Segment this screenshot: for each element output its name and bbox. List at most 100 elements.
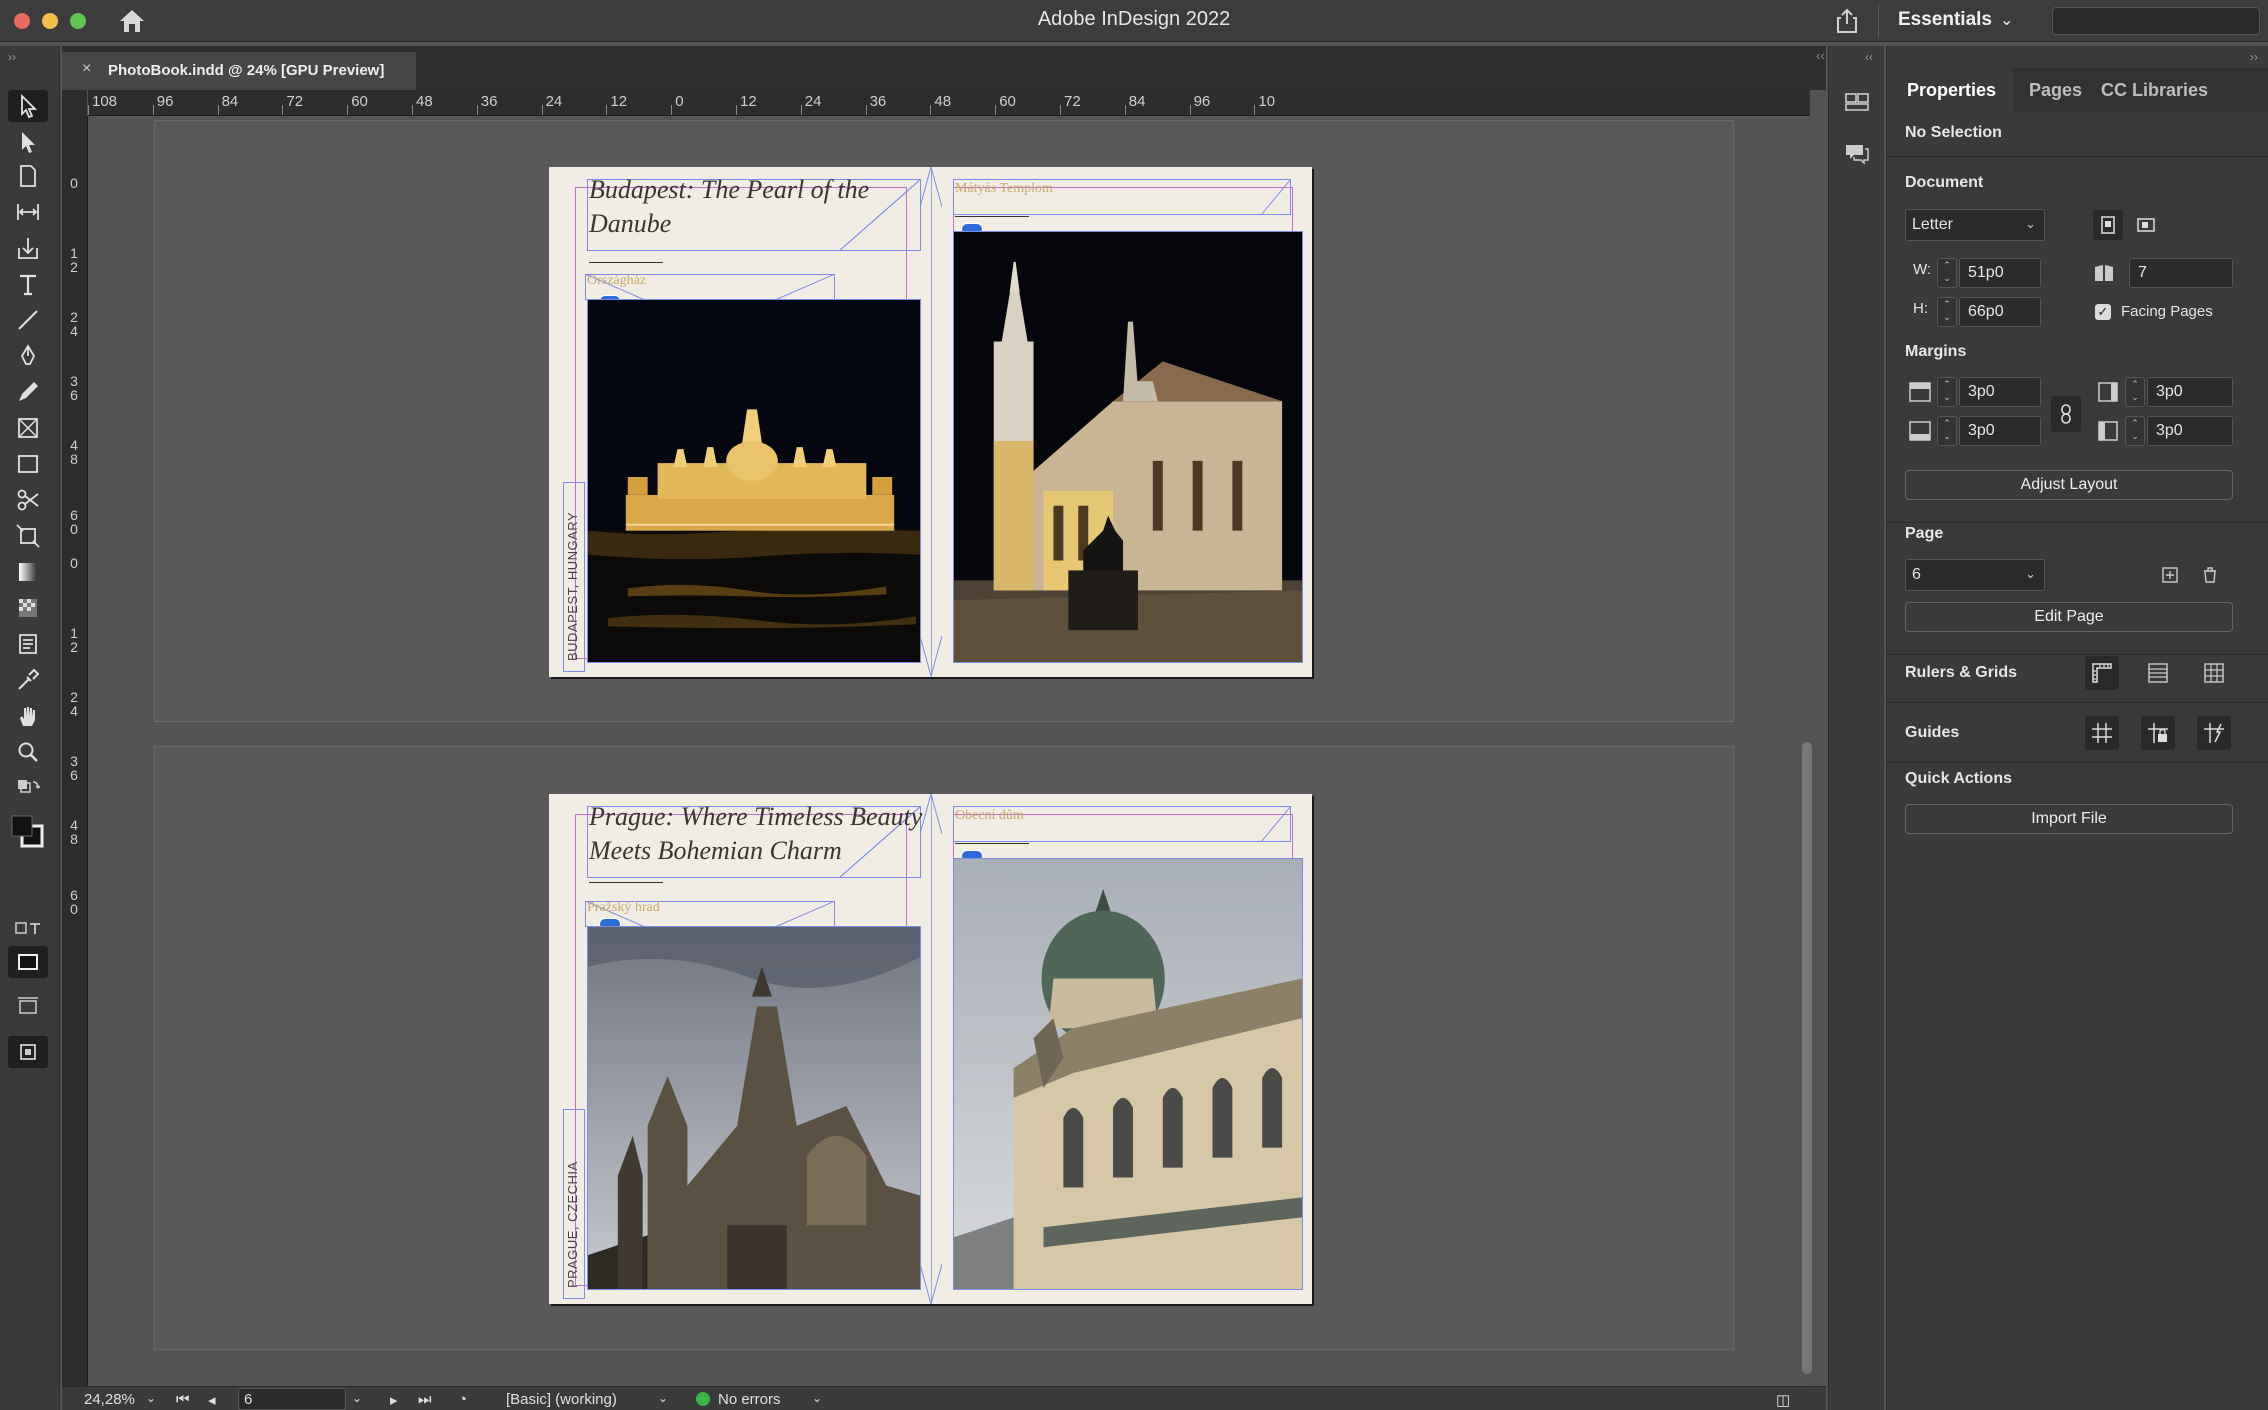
page-size-select[interactable]: Letter ⌄ [1905, 209, 2045, 241]
preflight-errors[interactable]: No errors [718, 1391, 781, 1408]
fill-stroke-swatch[interactable] [8, 810, 48, 852]
preflight-icon[interactable]: ◔ [458, 1391, 467, 1408]
horizontal-ruler[interactable]: 108 96 84 72 60 48 36 24 12 0 12 24 36 48 60 72 84 96 10 [62, 90, 1810, 116]
screen-mode-icon[interactable] [8, 990, 48, 1022]
next-page-icon[interactable]: ▸ [390, 1391, 398, 1409]
tab-pages[interactable]: Pages [2029, 80, 2082, 101]
document-tab[interactable]: × PhotoBook.indd @ 24% [GPU Preview] [62, 52, 416, 90]
expand-panels-icon[interactable]: ‹‹ [1816, 48, 1825, 63]
close-tab-icon[interactable]: × [82, 60, 91, 78]
smart-guides-icon[interactable] [2197, 716, 2231, 750]
height-stepper[interactable]: ⌃ ⌄ [1937, 297, 1957, 327]
parliament-photo[interactable] [587, 299, 921, 663]
current-page-select[interactable]: 6 ⌄ [1905, 559, 2045, 591]
note-tool-icon[interactable] [8, 628, 48, 660]
collapse-icon[interactable]: ›› [2250, 50, 2258, 64]
type-tool-icon[interactable] [8, 268, 48, 300]
formatting-affects-icon[interactable] [8, 912, 48, 944]
chevron-down-icon[interactable]: ⌄ [812, 1391, 822, 1405]
margin-top-stepper[interactable]: ⌃ ⌄ [1937, 377, 1957, 407]
collapse-icon[interactable]: ‹‹ [1865, 50, 1873, 64]
margin-inside-stepper[interactable]: ⌃ ⌄ [2125, 377, 2145, 407]
delete-page-icon[interactable] [2195, 560, 2225, 590]
preview-mode-icon[interactable] [8, 1036, 48, 1068]
height-field[interactable]: 66p0 [1959, 297, 2041, 327]
municipal-house-photo[interactable] [953, 858, 1303, 1290]
tab-properties[interactable]: Properties [1907, 80, 1996, 101]
workspace-switcher[interactable]: Essentials ⌄ [1898, 9, 2013, 31]
ruler-tick [865, 105, 867, 115]
pages-count-field[interactable]: 7 [2129, 258, 2233, 288]
add-page-icon[interactable] [2155, 560, 2185, 590]
page-right[interactable]: Mátyás Templom [931, 167, 1312, 677]
link-margins-icon[interactable] [2051, 396, 2081, 432]
eyedropper-tool-icon[interactable] [8, 664, 48, 696]
landscape-orientation-icon[interactable] [2131, 210, 2161, 240]
content-collector-icon[interactable] [8, 232, 48, 264]
search-input[interactable] [2052, 7, 2260, 35]
page-tool-icon[interactable] [8, 160, 48, 192]
selection-tool-icon[interactable] [8, 90, 48, 122]
margin-bottom-stepper[interactable]: ⌃ ⌄ [1937, 416, 1957, 446]
last-page-icon[interactable]: ⏭ [418, 1391, 432, 1408]
matthias-church-photo[interactable] [953, 231, 1303, 663]
width-stepper[interactable]: ⌃ ⌄ [1937, 258, 1957, 288]
comments-panel-icon[interactable] [1841, 138, 1873, 170]
page-left[interactable]: Budapest: The Pearl of the Danube Ország… [549, 167, 931, 677]
chevron-down-icon[interactable]: ⌄ [352, 1391, 362, 1405]
divider [589, 882, 663, 883]
gap-tool-icon[interactable] [8, 196, 48, 228]
facing-pages-checkbox[interactable]: ✓ [2095, 304, 2111, 320]
margin-outside-field[interactable]: 3p0 [2147, 416, 2233, 446]
portrait-orientation-icon[interactable] [2093, 210, 2123, 240]
first-page-icon[interactable]: ⏮ [176, 1391, 190, 1408]
baseline-grid-icon[interactable] [2143, 658, 2173, 688]
rectangle-tool-icon[interactable] [8, 448, 48, 480]
collapse-icon[interactable]: ›› [8, 50, 16, 64]
tab-cc-libraries[interactable]: CC Libraries [2101, 80, 2208, 101]
direct-selection-tool-icon[interactable] [8, 126, 48, 158]
line-tool-icon[interactable] [8, 304, 48, 336]
apply-color-icon[interactable] [8, 946, 48, 978]
ruler-label: 0 [70, 555, 78, 571]
vertical-ruler[interactable]: 0 1 2 2 4 3 6 4 8 6 0 0 1 2 2 4 3 6 4 8 6 0 [62, 116, 88, 1386]
margin-inside-field[interactable]: 3p0 [2147, 377, 2233, 407]
hand-tool-icon[interactable] [8, 700, 48, 732]
zoom-level[interactable]: 24,28% [84, 1391, 135, 1408]
ruler-toggle-icon[interactable] [2085, 656, 2119, 690]
margin-outside-stepper[interactable]: ⌃ ⌄ [2125, 416, 2145, 446]
document-grid-icon[interactable] [2199, 658, 2229, 688]
scissors-tool-icon[interactable] [8, 484, 48, 516]
margin-top-field[interactable]: 3p0 [1959, 377, 2041, 407]
pages-panel-icon[interactable] [1841, 86, 1873, 118]
ruler-tick [88, 105, 89, 115]
gradient-feather-tool-icon[interactable] [8, 592, 48, 624]
preflight-profile[interactable]: [Basic] (working) [506, 1391, 617, 1408]
page-left[interactable]: Prague: Where Timeless Beauty Meets Bohe… [549, 794, 931, 1304]
document-canvas[interactable]: Budapest: The Pearl of the Danube Ország… [88, 116, 1810, 1386]
vertical-scrollbar[interactable] [1802, 742, 1812, 1374]
show-guides-icon[interactable] [2085, 716, 2119, 750]
pen-tool-icon[interactable] [8, 340, 48, 372]
rectangle-frame-tool-icon[interactable] [8, 412, 48, 444]
adjust-layout-button[interactable]: Adjust Layout [1905, 470, 2233, 500]
swap-fill-stroke-icon[interactable] [8, 774, 48, 806]
st-vitus-cathedral-photo[interactable] [587, 926, 921, 1290]
edit-page-button[interactable]: Edit Page [1905, 602, 2233, 632]
previous-page-icon[interactable]: ◂ [208, 1391, 216, 1409]
margin-bottom-field[interactable]: 3p0 [1959, 416, 2041, 446]
share-icon[interactable] [1832, 6, 1862, 36]
width-field[interactable]: 51p0 [1959, 258, 2041, 288]
ruler-origin[interactable] [62, 90, 88, 116]
free-transform-tool-icon[interactable] [8, 520, 48, 552]
zoom-tool-icon[interactable] [8, 736, 48, 768]
pencil-tool-icon[interactable] [8, 376, 48, 408]
chevron-down-icon[interactable]: ⌄ [146, 1391, 156, 1405]
page-right[interactable]: Obecní dům [931, 794, 1312, 1304]
import-file-button[interactable]: Import File [1905, 804, 2233, 834]
split-window-icon[interactable]: ◫ [1776, 1391, 1790, 1409]
chevron-down-icon[interactable]: ⌄ [658, 1391, 668, 1405]
lock-guides-icon[interactable] [2141, 716, 2175, 750]
page-number-field[interactable]: 6 [238, 1388, 346, 1410]
gradient-swatch-tool-icon[interactable] [8, 556, 48, 588]
